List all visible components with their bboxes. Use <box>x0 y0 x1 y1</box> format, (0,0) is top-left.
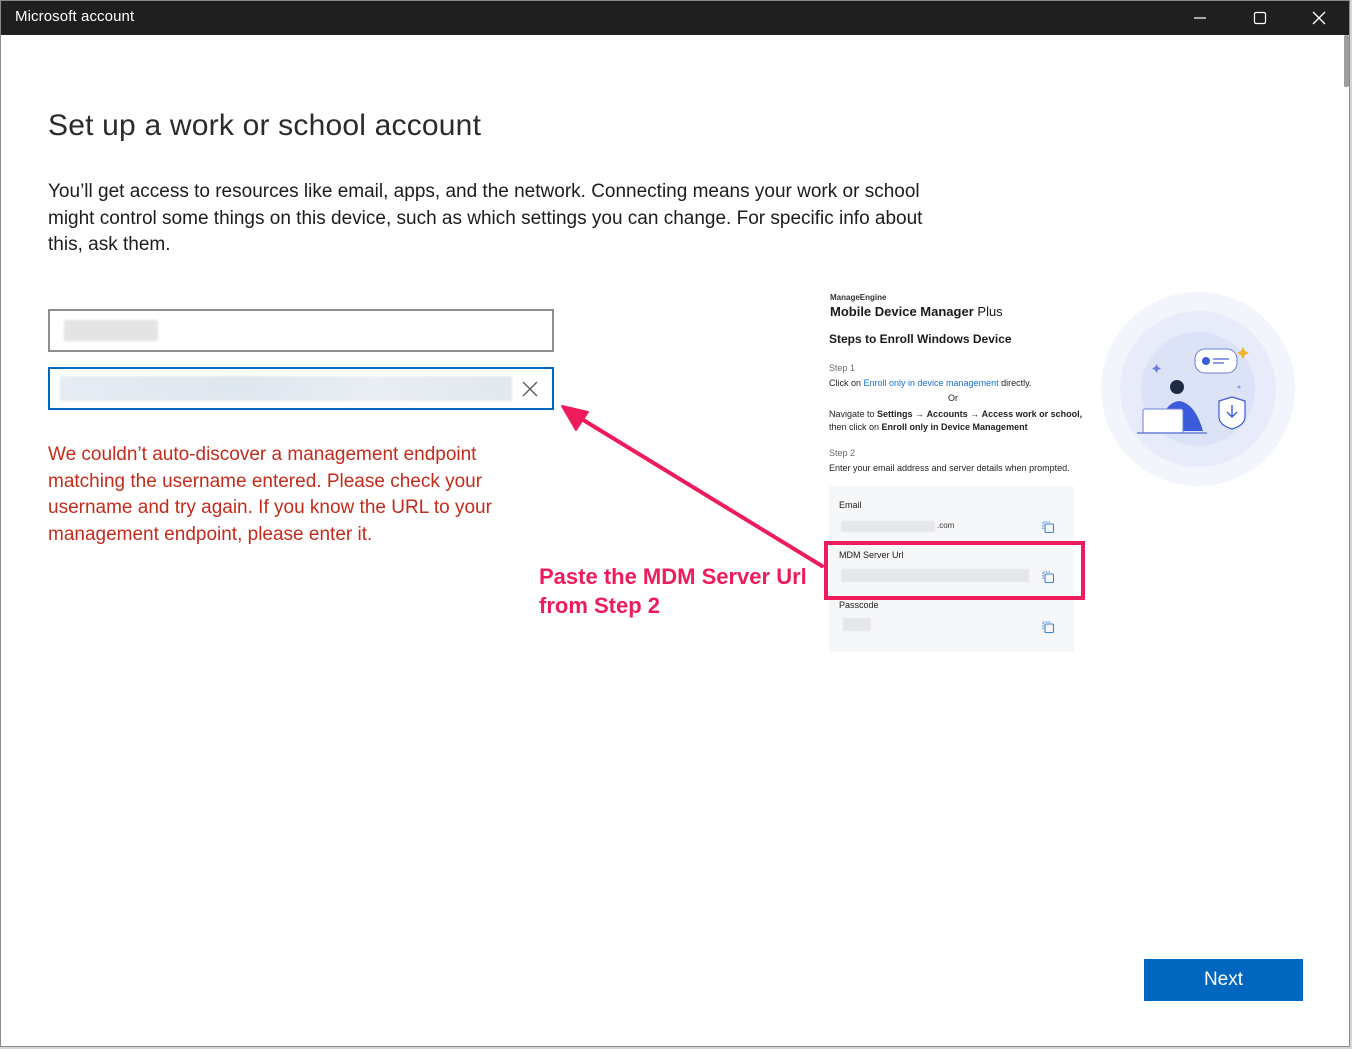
product-name-bold: Mobile Device Manager <box>830 304 974 319</box>
step1-text: Click on Enroll only in device managemen… <box>829 378 1031 388</box>
or-text: Or <box>948 393 958 403</box>
enroll-only-text: Enroll only in Device Management <box>881 422 1028 432</box>
maximize-icon <box>1253 11 1267 25</box>
navigate-pre: Navigate to <box>829 409 878 419</box>
then-click: then click on <box>829 422 882 432</box>
nav-access: Access work or school, <box>981 409 1083 419</box>
server-url-field[interactable] <box>48 367 554 410</box>
redacted-passcode <box>843 618 871 631</box>
email-label: Email <box>839 500 862 510</box>
step1-click: Click on <box>829 378 864 388</box>
minimize-icon <box>1194 17 1206 19</box>
nav-arrow-1: → <box>912 409 927 419</box>
page-description: You’ll get access to resources like emai… <box>48 181 923 255</box>
email-suffix: .com <box>937 521 955 530</box>
maximize-button[interactable] <box>1231 1 1289 35</box>
clear-icon <box>522 381 538 397</box>
server-url-highlight <box>824 541 1085 600</box>
close-button[interactable] <box>1290 1 1348 35</box>
error-message: We couldn’t auto-discover a management e… <box>48 444 492 545</box>
window-title: Microsoft account <box>15 8 135 25</box>
enroll-illustration-icon <box>1101 292 1295 486</box>
redacted-username <box>64 320 158 341</box>
navigate-text: Navigate to Settings → Accounts → Access… <box>829 409 1082 419</box>
scrollbar-thumb[interactable] <box>1344 35 1349 87</box>
close-icon <box>1312 11 1326 25</box>
steps-title: Steps to Enroll Windows Device <box>829 332 1012 346</box>
username-field[interactable] <box>48 309 554 352</box>
next-button[interactable]: Next <box>1144 959 1303 1001</box>
redacted-email <box>841 521 935 532</box>
nav-accounts: Accounts <box>926 409 968 419</box>
annotation-label: Paste the MDM Server Url from Step 2 <box>539 564 807 618</box>
enroll-link[interactable]: Enroll only in device management <box>864 378 999 388</box>
title-bar: Microsoft account <box>1 1 1349 35</box>
copy-icon[interactable] <box>1041 620 1055 634</box>
product-name-suffix: Plus <box>973 304 1003 319</box>
minimize-button[interactable] <box>1171 1 1229 35</box>
nav-arrow-2: → <box>967 409 982 419</box>
dialog-window: Microsoft account Set up a work or schoo… <box>0 0 1350 1047</box>
step2-label: Step 2 <box>829 448 856 458</box>
step2-text: Enter your email address and server deta… <box>829 463 1070 473</box>
step1-after: directly. <box>998 378 1032 388</box>
clear-input-button[interactable] <box>516 375 544 403</box>
copy-icon[interactable] <box>1041 520 1055 534</box>
nav-settings: Settings <box>877 409 913 419</box>
redacted-server-url <box>60 376 512 401</box>
then-click-text: then click on Enroll only in Device Mana… <box>829 422 1028 432</box>
manageengine-logo: ManageEngine <box>830 293 887 302</box>
passcode-label: Passcode <box>839 600 879 610</box>
step1-label: Step 1 <box>829 363 856 373</box>
product-name: Mobile Device Manager Plus <box>830 304 1003 319</box>
page-title: Set up a work or school account <box>48 109 482 142</box>
